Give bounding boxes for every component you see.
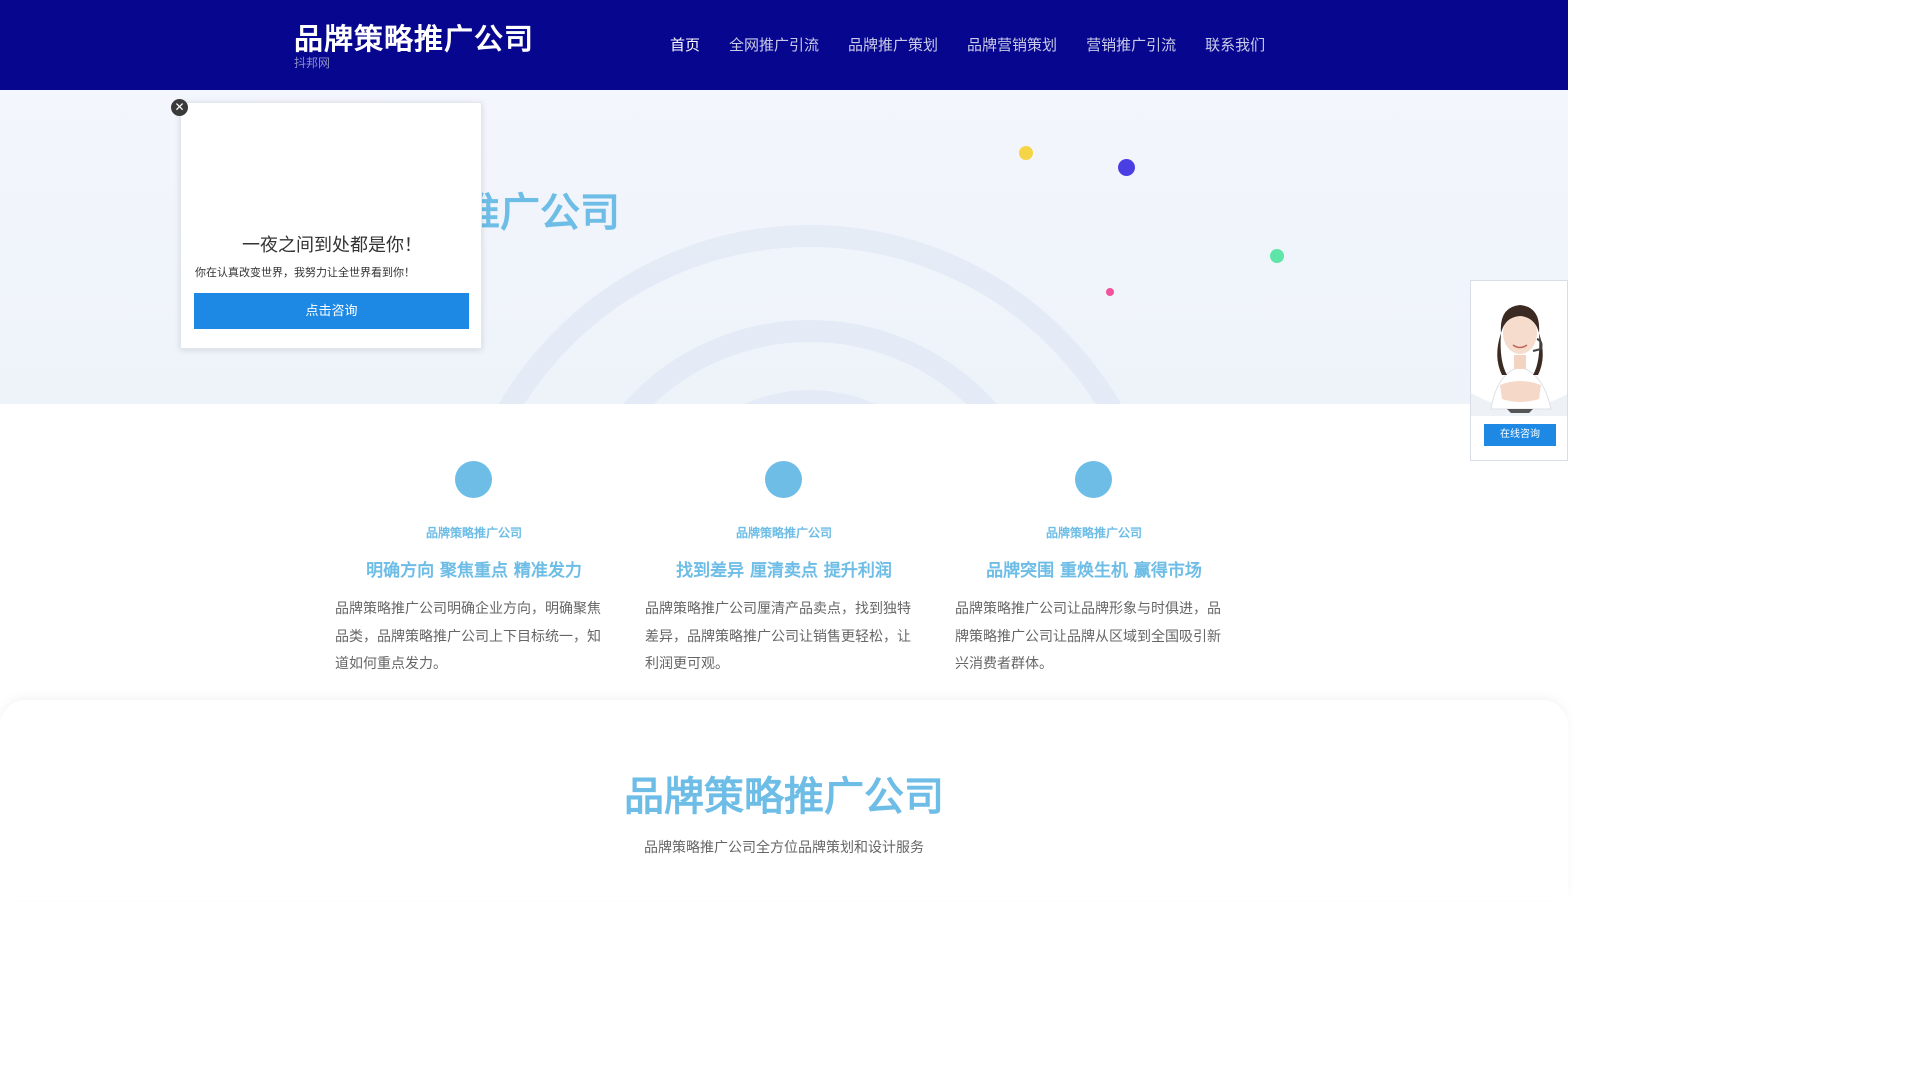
site-header: 品牌策略推广公司 抖邦网 首页 全网推广引流 品牌推广策划 品牌营销策划 营销推… — [0, 0, 1568, 90]
feature-description: 品牌策略推广公司明确企业方向，明确聚焦品类，品牌策略推广公司上下目标统一，知道如… — [335, 601, 601, 672]
feature-label: 品牌策略推广公司 — [735, 526, 832, 540]
popup-description: 你在认真改变世界，我努力让全世界看到你！ — [195, 266, 415, 279]
green-dot-decoration — [1270, 249, 1284, 263]
services-section: 品牌策略推广公司 品牌策略推广公司全方位品牌策划和设计服务 — [0, 700, 1568, 900]
online-consult-widget[interactable]: 在线咨询 — [1470, 280, 1568, 461]
feature-label: 品牌策略推广公司 — [1045, 526, 1142, 540]
feature-description: 品牌策略推广公司让品牌形象与时俱进，品牌策略推广公司让品牌从区域到全国吸引新兴消… — [955, 601, 1221, 672]
popup-heading: 一夜之间到处都是你！ — [242, 235, 422, 256]
customer-service-avatar — [1471, 305, 1567, 416]
feature-circle-icon — [1075, 461, 1112, 498]
feature-description: 品牌策略推广公司厘清产品卖点，找到独特差异，品牌策略推广公司让销售更轻松，让利润… — [645, 601, 911, 672]
nav-item-brand-promo[interactable]: 品牌推广策划 — [848, 34, 938, 55]
nav-item-home[interactable]: 首页 — [670, 34, 700, 55]
nav-item-marketing-traffic[interactable]: 营销推广引流 — [1086, 34, 1176, 55]
section-subtitle: 品牌策略推广公司全方位品牌策划和设计服务 — [644, 840, 924, 856]
feature-title: 品牌突围 重焕生机 赢得市场 — [986, 561, 1202, 581]
pink-dot-decoration — [1106, 288, 1114, 296]
online-consult-button[interactable]: 在线咨询 — [1484, 424, 1556, 446]
main-nav: 首页 全网推广引流 品牌推广策划 品牌营销策划 营销推广引流 联系我们 — [670, 34, 1294, 55]
yellow-dot-decoration — [1019, 146, 1033, 160]
blue-dot-decoration — [1118, 159, 1135, 176]
feature-circle-icon — [455, 461, 492, 498]
brand-title[interactable]: 品牌策略推广公司 — [294, 16, 534, 58]
section-title: 品牌策略推广公司 — [624, 774, 944, 820]
consult-button[interactable]: 点击咨询 — [194, 293, 469, 329]
feature-title: 明确方向 聚焦重点 精准发力 — [366, 561, 582, 581]
feature-circle-icon — [765, 461, 802, 498]
feature-label: 品牌策略推广公司 — [425, 526, 522, 540]
nav-item-contact[interactable]: 联系我们 — [1205, 34, 1265, 55]
promo-popup: 一夜之间到处都是你！ 你在认真改变世界，我努力让全世界看到你！ 点击咨询 — [180, 102, 482, 349]
popup-close-icon[interactable]: ✕ — [171, 99, 188, 116]
feature-title: 找到差异 厘清卖点 提升利润 — [676, 561, 892, 581]
nav-item-traffic[interactable]: 全网推广引流 — [729, 34, 819, 55]
brand-subtitle: 抖邦网 — [294, 56, 331, 70]
nav-item-brand-marketing[interactable]: 品牌营销策划 — [967, 34, 1057, 55]
